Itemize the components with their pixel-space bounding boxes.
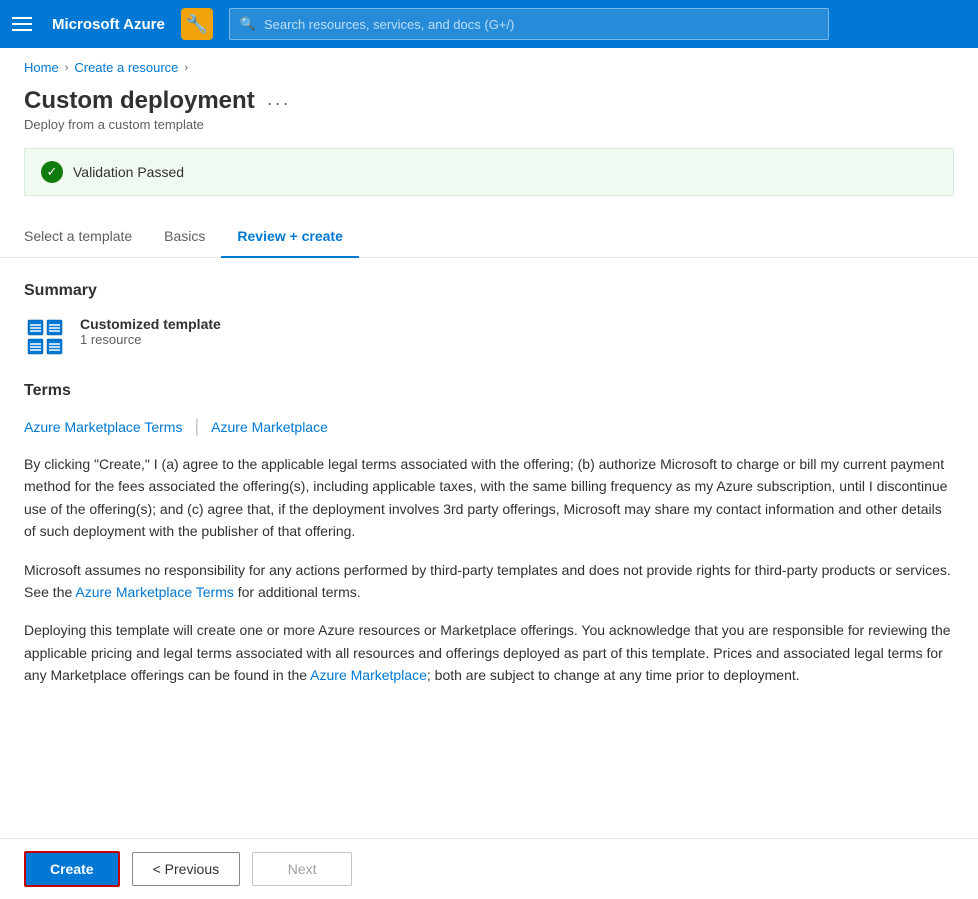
tab-basics[interactable]: Basics [148,216,221,258]
terms-title: Terms [24,382,954,400]
breadcrumb-home[interactable]: Home [24,60,59,75]
validation-banner: ✓ Validation Passed [24,148,954,196]
summary-section: Summary [24,282,954,358]
breadcrumb-create-resource[interactable]: Create a resource [74,60,178,75]
search-icon: 🔍 [240,16,256,32]
terms-paragraph-2: Microsoft assumes no responsibility for … [24,559,954,604]
validation-icon: ✓ [41,161,63,183]
terms-paragraph-1: By clicking "Create," I (a) agree to the… [24,453,954,543]
tab-select-template[interactable]: Select a template [24,216,148,258]
breadcrumb-sep-2: › [184,62,188,74]
main-content: Summary [0,282,978,687]
terms-links: Azure Marketplace Terms | Azure Marketpl… [24,416,954,437]
search-input[interactable] [264,17,818,32]
terms-p2-suffix: for additional terms. [234,584,361,600]
page-subtitle: Deploy from a custom template [0,115,978,148]
hamburger-menu[interactable] [12,17,36,31]
azure-marketplace-terms-link[interactable]: Azure Marketplace Terms [24,419,182,435]
resource-count: 1 resource [80,332,221,347]
summary-title: Summary [24,282,954,300]
tabs: Select a template Basics Review + create [0,216,978,258]
terms-paragraph-3: Deploying this template will create one … [24,619,954,686]
template-name: Customized template [80,316,221,332]
azure-icon: 🔧 [181,8,213,40]
summary-text: Customized template 1 resource [80,316,221,347]
terms-p2-link[interactable]: Azure Marketplace Terms [75,584,233,600]
terms-link-divider: | [194,416,199,437]
create-button[interactable]: Create [24,851,120,887]
terms-section: Terms Azure Marketplace Terms | Azure Ma… [24,382,954,687]
more-options-button[interactable]: ··· [267,93,291,114]
tab-review-create[interactable]: Review + create [221,216,358,258]
breadcrumb-sep-1: › [65,62,69,74]
azure-logo: Microsoft Azure [52,16,165,33]
terms-p3-link[interactable]: Azure Marketplace [310,667,427,683]
validation-message: Validation Passed [73,164,184,180]
terms-p3-suffix: ; both are subject to change at any time… [427,667,800,683]
template-icon [24,316,66,358]
page-title: Custom deployment [24,87,255,115]
search-bar[interactable]: 🔍 [229,8,829,40]
page-header: Custom deployment ··· [0,79,978,115]
previous-button[interactable]: < Previous [132,852,241,886]
azure-marketplace-link[interactable]: Azure Marketplace [211,419,328,435]
summary-item: Customized template 1 resource [24,316,954,358]
breadcrumb: Home › Create a resource › [0,48,978,79]
next-button: Next [252,852,352,886]
topbar: Microsoft Azure 🔧 🔍 [0,0,978,48]
action-bar: Create < Previous Next [0,838,978,899]
